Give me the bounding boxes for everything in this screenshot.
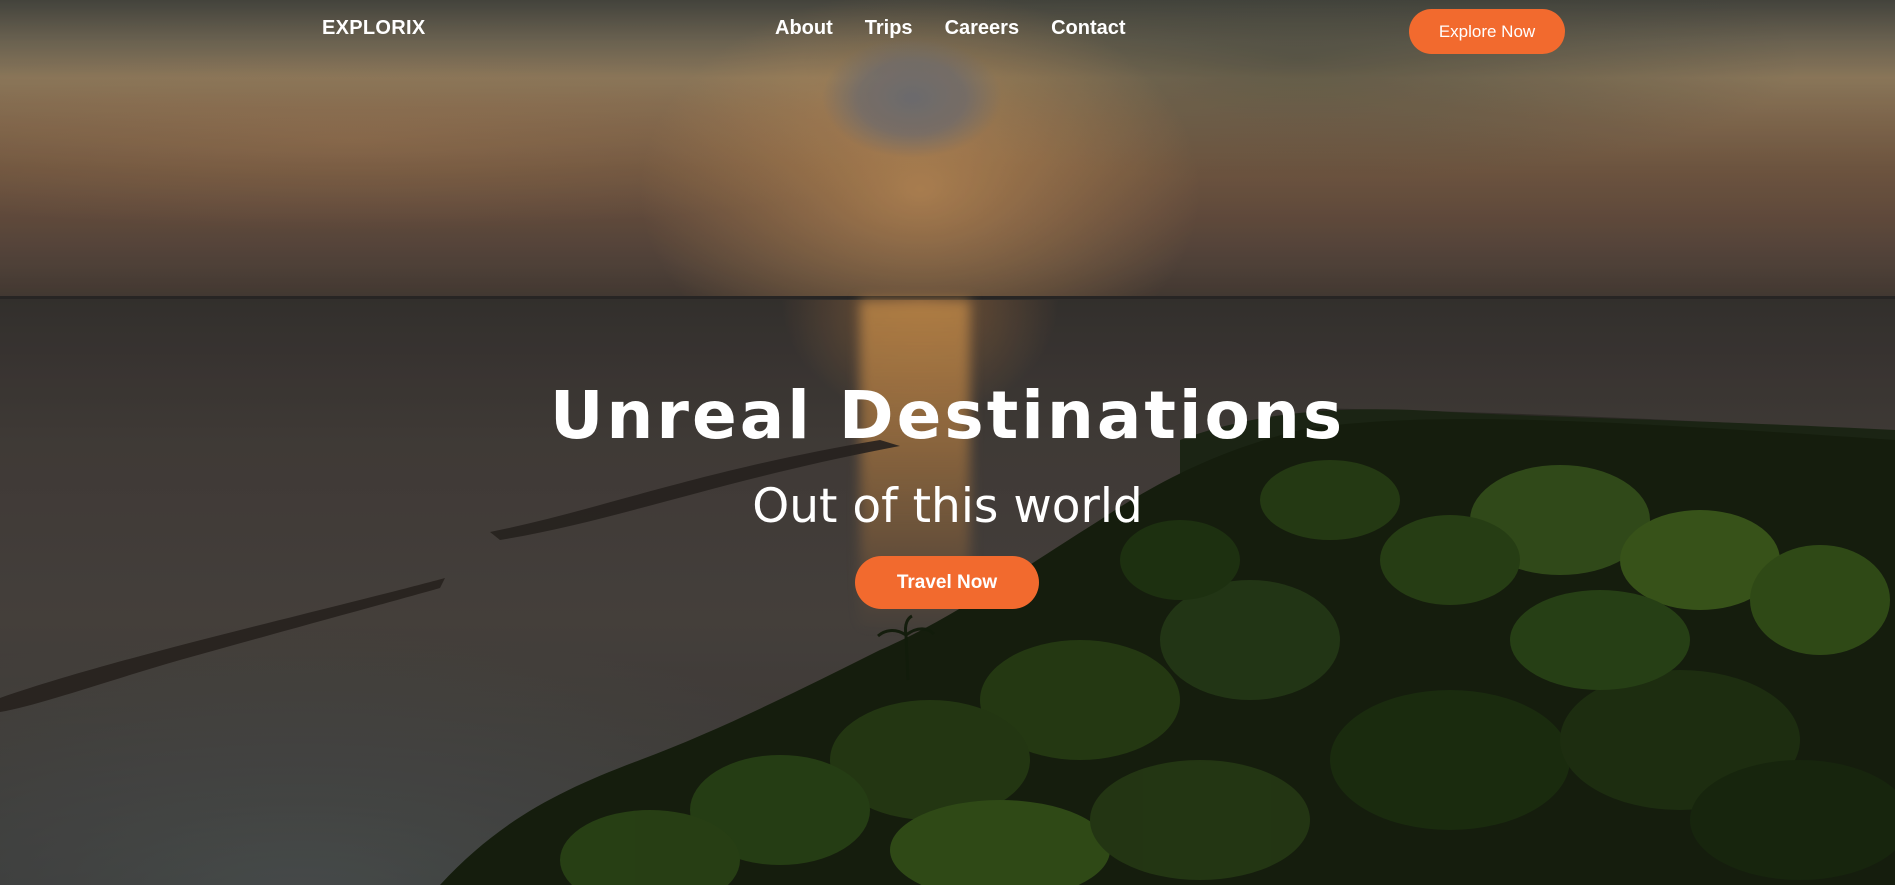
explore-now-button[interactable]: Explore Now <box>1409 9 1565 54</box>
nav-link-trips[interactable]: Trips <box>865 17 913 40</box>
nav-link-careers[interactable]: Careers <box>945 17 1020 40</box>
nav-link-about[interactable]: About <box>775 17 833 40</box>
brand-logo[interactable]: EXPLORIX <box>322 17 426 40</box>
travel-now-button[interactable]: Travel Now <box>855 556 1039 609</box>
hero-subtitle: Out of this world <box>752 479 1143 534</box>
nav-menu: About Trips Careers Contact <box>775 17 1126 40</box>
hero-section: EXPLORIX About Trips Careers Contact Exp… <box>0 0 1895 885</box>
nav-link-contact[interactable]: Contact <box>1051 17 1125 40</box>
hero-title: Unreal Destinations <box>549 377 1346 454</box>
top-navigation: EXPLORIX About Trips Careers Contact Exp… <box>0 0 1895 62</box>
